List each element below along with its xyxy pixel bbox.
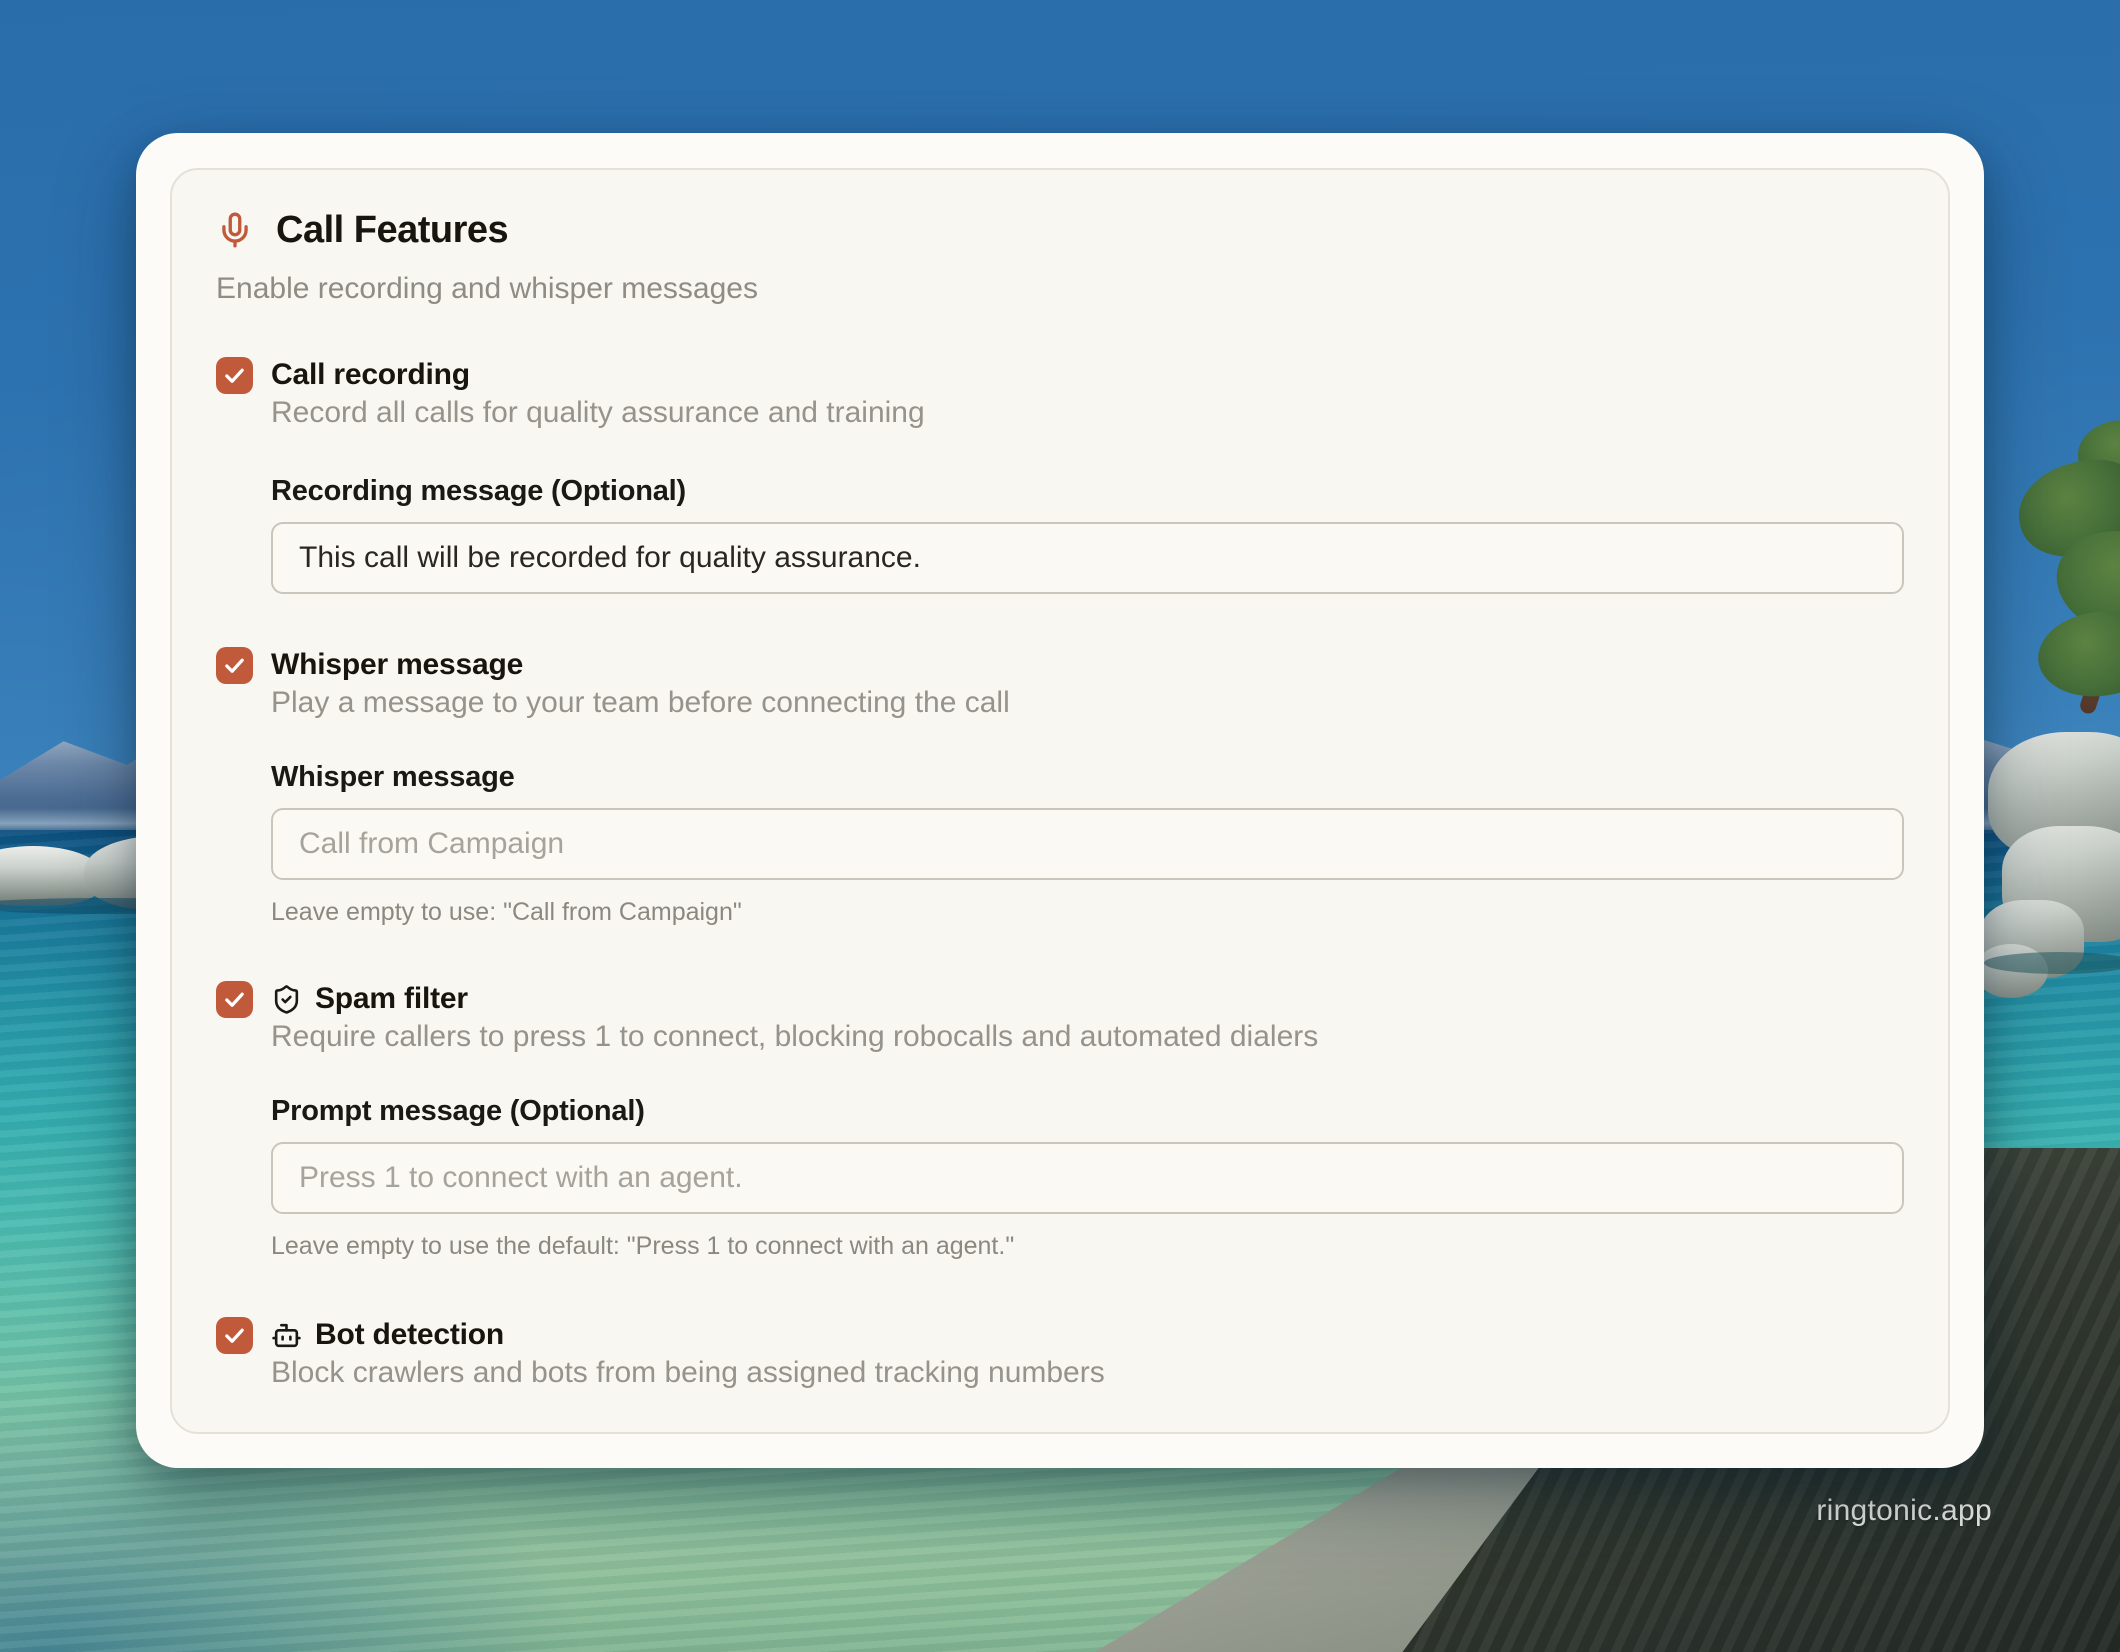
watermark: ringtonic.app bbox=[1816, 1494, 1992, 1527]
field-label: Whisper message bbox=[271, 761, 515, 793]
prompt-message-field: Prompt message (Optional) Leave empty to… bbox=[271, 1092, 1904, 1262]
whisper-message-checkbox[interactable] bbox=[216, 647, 253, 684]
feature-description: Require callers to press 1 to connect, b… bbox=[271, 1020, 1319, 1053]
call-features-panel: Call Features Enable recording and whisp… bbox=[170, 168, 1950, 1434]
feature-whisper-message: Whisper message Play a message to your t… bbox=[216, 646, 1904, 928]
feature-description: Record all calls for quality assurance a… bbox=[271, 396, 925, 429]
shield-check-icon bbox=[274, 984, 299, 1014]
bot-detection-checkbox[interactable] bbox=[216, 1317, 253, 1354]
feature-spam-filter: Spam filter Require callers to press 1 t… bbox=[216, 980, 1904, 1262]
spam-filter-checkbox[interactable] bbox=[216, 981, 253, 1018]
microphone-icon bbox=[222, 212, 248, 248]
call-recording-checkbox[interactable] bbox=[216, 357, 253, 394]
check-icon bbox=[225, 992, 244, 1007]
check-icon bbox=[225, 658, 244, 673]
page-title: Call Features bbox=[276, 208, 509, 251]
recording-message-input[interactable] bbox=[271, 522, 1904, 594]
call-features-card: Call Features Enable recording and whisp… bbox=[136, 133, 1984, 1468]
feature-label: Call recording bbox=[271, 358, 470, 391]
check-icon bbox=[225, 368, 244, 383]
feature-label: Whisper message bbox=[271, 648, 524, 681]
feature-call-recording: Call recording Record all calls for qual… bbox=[216, 356, 1904, 594]
bot-icon bbox=[272, 1323, 301, 1347]
page-subtitle: Enable recording and whisper messages bbox=[216, 272, 758, 305]
recording-message-field: Recording message (Optional) bbox=[271, 472, 1904, 594]
field-helper: Leave empty to use: "Call from Campaign" bbox=[271, 898, 742, 926]
whisper-message-input[interactable] bbox=[271, 808, 1904, 880]
panel-header: Call Features bbox=[216, 206, 1904, 254]
prompt-message-input[interactable] bbox=[271, 1142, 1904, 1214]
field-helper: Leave empty to use the default: "Press 1… bbox=[271, 1232, 1015, 1260]
feature-description: Play a message to your team before conne… bbox=[271, 686, 1010, 719]
feature-description: Block crawlers and bots from being assig… bbox=[271, 1356, 1105, 1389]
whisper-message-field: Whisper message Leave empty to use: "Cal… bbox=[271, 758, 1904, 928]
field-label: Prompt message (Optional) bbox=[271, 1095, 645, 1127]
field-label: Recording message (Optional) bbox=[271, 475, 686, 507]
check-icon bbox=[225, 1328, 244, 1343]
granite-reflection bbox=[1984, 952, 2120, 974]
feature-label: Bot detection bbox=[315, 1318, 505, 1351]
feature-bot-detection: Bot detection Block crawlers and bots fr… bbox=[216, 1316, 1904, 1392]
feature-label: Spam filter bbox=[315, 982, 468, 1015]
